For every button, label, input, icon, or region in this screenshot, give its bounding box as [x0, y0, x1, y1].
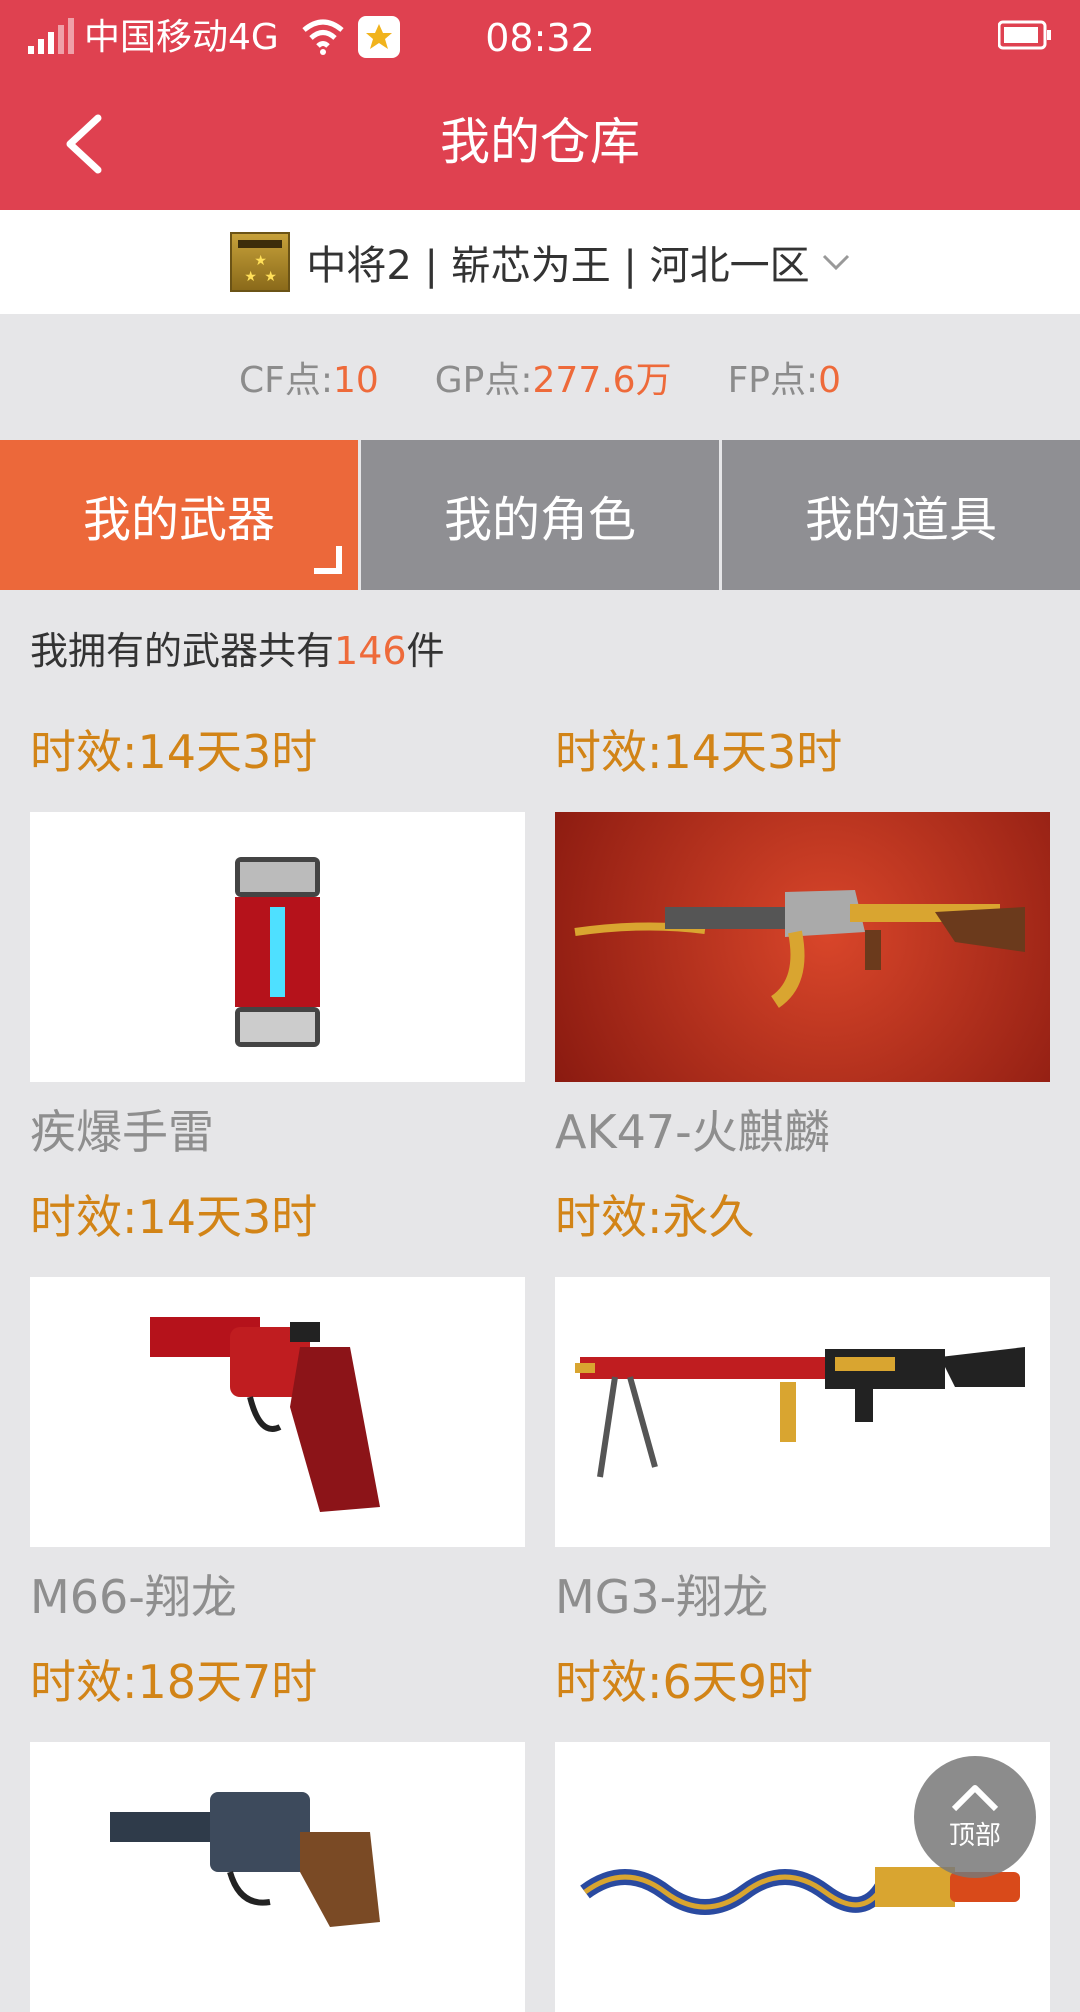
chevron-up-icon [951, 1784, 999, 1811]
page-title: 我的仓库 [440, 113, 640, 171]
status-bar: 中国移动4G 08:32 [0, 0, 1080, 78]
weapon-card[interactable]: 时效:14天3时 M66-翔龙 [30, 1185, 525, 1629]
fp-points: FP点:0 [727, 360, 842, 401]
weapon-card[interactable]: 时效:18天7时 [30, 1650, 525, 2012]
rank-badge-icon: ★ ★ ★ [230, 232, 291, 292]
weapon-image [30, 1742, 525, 2012]
points-summary: CF点:10 GP点:277.6万 FP点:0 [0, 314, 1080, 440]
weapon-card[interactable]: 时效:14天3时 疾爆手雷 [30, 720, 525, 1164]
weapon-duration: 时效:14天3时 [555, 725, 843, 779]
status-time: 08:32 [485, 16, 595, 60]
gp-points: GP点:277.6万 [434, 360, 672, 401]
weapon-duration: 时效:14天3时 [30, 1190, 318, 1244]
tab-my-weapons[interactable]: 我的武器 [0, 440, 358, 590]
weapon-name: AK47-火麒麟 [555, 1105, 830, 1159]
tab-my-roles[interactable]: 我的角色 [358, 440, 719, 590]
weapon-duration: 时效:18天7时 [30, 1655, 318, 1709]
weapon-image [555, 812, 1050, 1082]
weapon-card[interactable]: 时效:永久 MG3-翔龙 [555, 1185, 1050, 1629]
tab-my-items[interactable]: 我的道具 [719, 440, 1080, 590]
weapon-name: 疾爆手雷 [30, 1105, 214, 1159]
weapon-duration: 时效:14天3时 [30, 725, 318, 779]
chevron-down-icon [822, 254, 849, 271]
tab-bar: 我的武器 我的角色 我的道具 [0, 440, 1080, 590]
weapon-name: M66-翔龙 [30, 1570, 237, 1624]
weapon-duration: 时效:永久 [555, 1190, 755, 1244]
header: 中国移动4G 08:32 我的仓库 [0, 0, 1080, 210]
cf-points: CF点:10 [238, 360, 379, 401]
back-to-top-label: 顶部 [948, 1820, 1001, 1851]
account-info: 中将2 | 崭芯为王 | 河北一区 [306, 243, 810, 289]
battery-icon [998, 20, 1051, 50]
account-selector[interactable]: ★ ★ ★ 中将2 | 崭芯为王 | 河北一区 [0, 210, 1080, 314]
selected-corner-icon [314, 546, 342, 574]
weapon-image [30, 812, 525, 1082]
weapon-card[interactable]: 时效:14天3时 AK47-火麒麟 [555, 720, 1050, 1164]
weapon-name: MG3-翔龙 [555, 1570, 769, 1624]
weapon-count-summary: 我拥有的武器共有146件 [30, 629, 445, 673]
back-to-top-button[interactable]: 顶部 [914, 1756, 1036, 1878]
weapon-duration: 时效:6天9时 [555, 1655, 814, 1709]
weapon-image [30, 1277, 525, 1547]
weapon-image [555, 1277, 1050, 1547]
